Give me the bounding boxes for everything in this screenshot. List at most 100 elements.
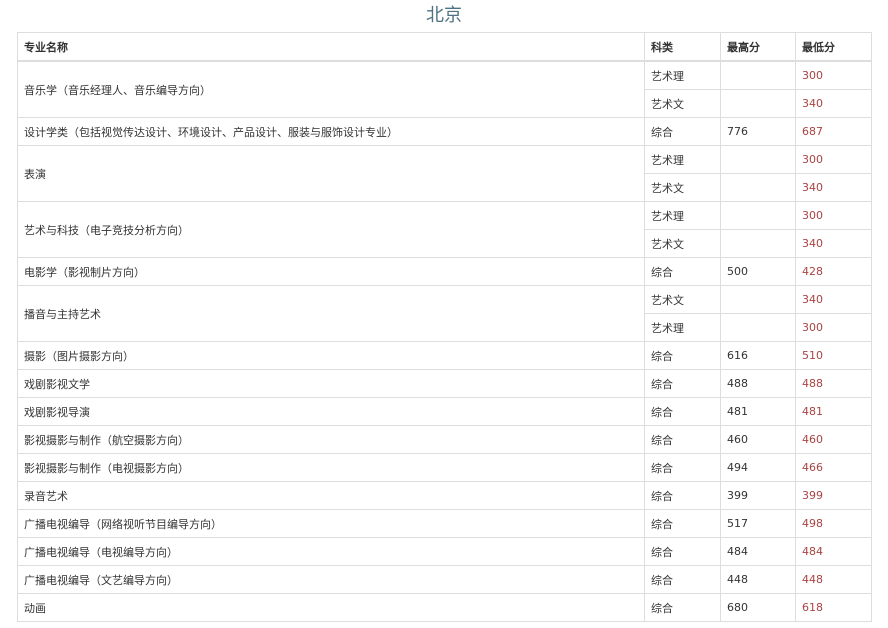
min-score-cell: 498 bbox=[795, 509, 872, 538]
max-score-cell bbox=[720, 285, 796, 314]
major-name-cell: 录音艺术 bbox=[17, 481, 645, 510]
table-row: 电影学（影视制片方向） 综合 500 428 bbox=[17, 257, 872, 286]
max-score-cell: 484 bbox=[720, 537, 796, 566]
category-cell: 综合 bbox=[644, 341, 721, 370]
max-score-cell bbox=[720, 145, 796, 174]
min-score-cell: 484 bbox=[795, 537, 872, 566]
table-row: 艺术与科技（电子竞技分析方向） 艺术理 300 bbox=[17, 201, 872, 258]
major-name-cell: 广播电视编导（网络视听节目编导方向） bbox=[17, 509, 645, 538]
max-score-cell: 616 bbox=[720, 341, 796, 370]
major-name-cell: 影视摄影与制作（航空摄影方向） bbox=[17, 425, 645, 454]
category-cell: 综合 bbox=[644, 509, 721, 538]
major-name-cell: 戏剧影视文学 bbox=[17, 369, 645, 398]
major-name-cell: 摄影（图片摄影方向） bbox=[17, 341, 645, 370]
max-score-cell: 500 bbox=[720, 257, 796, 286]
major-name-cell: 广播电视编导（文艺编导方向） bbox=[17, 565, 645, 594]
min-score-cell: 340 bbox=[795, 173, 872, 202]
min-score-cell: 300 bbox=[795, 313, 872, 342]
major-name-cell: 戏剧影视导演 bbox=[17, 397, 645, 426]
table-row: 音乐学（音乐经理人、音乐编导方向） 艺术理 300 bbox=[17, 60, 872, 118]
min-score-cell: 428 bbox=[795, 257, 872, 286]
table-row: 录音艺术 综合 399 399 bbox=[17, 481, 872, 510]
table-row: 广播电视编导（文艺编导方向） 综合 448 448 bbox=[17, 565, 872, 594]
min-score-cell: 300 bbox=[795, 60, 872, 90]
table-row: 摄影（图片摄影方向） 综合 616 510 bbox=[17, 341, 872, 370]
category-cell: 综合 bbox=[644, 117, 721, 146]
min-score-cell: 460 bbox=[795, 425, 872, 454]
score-table: 专业名称 科类 最高分 最低分 音乐学（音乐经理人、音乐编导方向） 艺术理 300 艺… bbox=[17, 32, 872, 622]
category-cell: 艺术理 bbox=[644, 145, 721, 174]
category-cell: 综合 bbox=[644, 537, 721, 566]
table-row: 影视摄影与制作（电视摄影方向） 综合 494 466 bbox=[17, 453, 872, 482]
major-name-cell: 电影学（影视制片方向） bbox=[17, 257, 645, 286]
major-name-cell: 表演 bbox=[17, 145, 645, 202]
max-score-cell: 488 bbox=[720, 369, 796, 398]
category-cell: 综合 bbox=[644, 257, 721, 286]
table-row: 戏剧影视导演 综合 481 481 bbox=[17, 397, 872, 426]
category-cell: 综合 bbox=[644, 397, 721, 426]
min-score-cell: 488 bbox=[795, 369, 872, 398]
header-max-score: 最高分 bbox=[720, 32, 796, 62]
page-title: 北京 bbox=[426, 5, 462, 26]
table-row: 动画 综合 680 618 bbox=[17, 593, 872, 622]
category-cell: 综合 bbox=[644, 593, 721, 622]
category-cell: 艺术理 bbox=[644, 60, 721, 90]
header-min-score: 最低分 bbox=[795, 32, 872, 62]
table-body: 音乐学（音乐经理人、音乐编导方向） 艺术理 300 艺术文 340 设计学类（包括视觉传达… bbox=[17, 60, 872, 622]
table-row: 影视摄影与制作（航空摄影方向） 综合 460 460 bbox=[17, 425, 872, 454]
category-cell: 艺术理 bbox=[644, 313, 721, 342]
min-score-cell: 300 bbox=[795, 201, 872, 230]
major-name-cell: 播音与主持艺术 bbox=[17, 285, 645, 342]
max-score-cell: 481 bbox=[720, 397, 796, 426]
table-header-row: 专业名称 科类 最高分 最低分 bbox=[17, 32, 872, 62]
category-cell: 艺术文 bbox=[644, 173, 721, 202]
max-score-cell: 494 bbox=[720, 453, 796, 482]
min-score-cell: 510 bbox=[795, 341, 872, 370]
min-score-cell: 340 bbox=[795, 285, 872, 314]
max-score-cell: 399 bbox=[720, 481, 796, 510]
max-score-cell bbox=[720, 313, 796, 342]
max-score-cell bbox=[720, 173, 796, 202]
min-score-cell: 687 bbox=[795, 117, 872, 146]
max-score-cell: 517 bbox=[720, 509, 796, 538]
category-cell: 综合 bbox=[644, 481, 721, 510]
min-score-cell: 481 bbox=[795, 397, 872, 426]
max-score-cell bbox=[720, 229, 796, 258]
table-row: 广播电视编导（网络视听节目编导方向） 综合 517 498 bbox=[17, 509, 872, 538]
category-cell: 综合 bbox=[644, 565, 721, 594]
major-name-cell: 广播电视编导（电视编导方向） bbox=[17, 537, 645, 566]
min-score-cell: 300 bbox=[795, 145, 872, 174]
max-score-cell: 680 bbox=[720, 593, 796, 622]
table-row: 广播电视编导（电视编导方向） 综合 484 484 bbox=[17, 537, 872, 566]
min-score-cell: 448 bbox=[795, 565, 872, 594]
major-name-cell: 影视摄影与制作（电视摄影方向） bbox=[17, 453, 645, 482]
max-score-cell bbox=[720, 89, 796, 118]
major-name-cell: 动画 bbox=[17, 593, 645, 622]
category-cell: 艺术文 bbox=[644, 89, 721, 118]
max-score-cell: 460 bbox=[720, 425, 796, 454]
table-row: 戏剧影视文学 综合 488 488 bbox=[17, 369, 872, 398]
major-name-cell: 设计学类（包括视觉传达设计、环境设计、产品设计、服装与服饰设计专业） bbox=[17, 117, 645, 146]
category-cell: 综合 bbox=[644, 453, 721, 482]
category-cell: 综合 bbox=[644, 425, 721, 454]
min-score-cell: 399 bbox=[795, 481, 872, 510]
header-category: 科类 bbox=[644, 32, 721, 62]
table-row: 表演 艺术理 300 bbox=[17, 145, 872, 202]
table-row: 播音与主持艺术 艺术文 340 bbox=[17, 285, 872, 342]
header-major: 专业名称 bbox=[17, 32, 645, 62]
min-score-cell: 466 bbox=[795, 453, 872, 482]
max-score-cell: 448 bbox=[720, 565, 796, 594]
category-cell: 综合 bbox=[644, 369, 721, 398]
max-score-cell bbox=[720, 60, 796, 90]
max-score-cell bbox=[720, 201, 796, 230]
min-score-cell: 340 bbox=[795, 229, 872, 258]
min-score-cell: 340 bbox=[795, 89, 872, 118]
category-cell: 艺术理 bbox=[644, 201, 721, 230]
category-cell: 艺术文 bbox=[644, 285, 721, 314]
min-score-cell: 618 bbox=[795, 593, 872, 622]
major-name-cell: 音乐学（音乐经理人、音乐编导方向） bbox=[17, 60, 645, 118]
table-row: 设计学类（包括视觉传达设计、环境设计、产品设计、服装与服饰设计专业） 综合 776 6… bbox=[17, 117, 872, 146]
category-cell: 艺术文 bbox=[644, 229, 721, 258]
max-score-cell: 776 bbox=[720, 117, 796, 146]
major-name-cell: 艺术与科技（电子竞技分析方向） bbox=[17, 201, 645, 258]
